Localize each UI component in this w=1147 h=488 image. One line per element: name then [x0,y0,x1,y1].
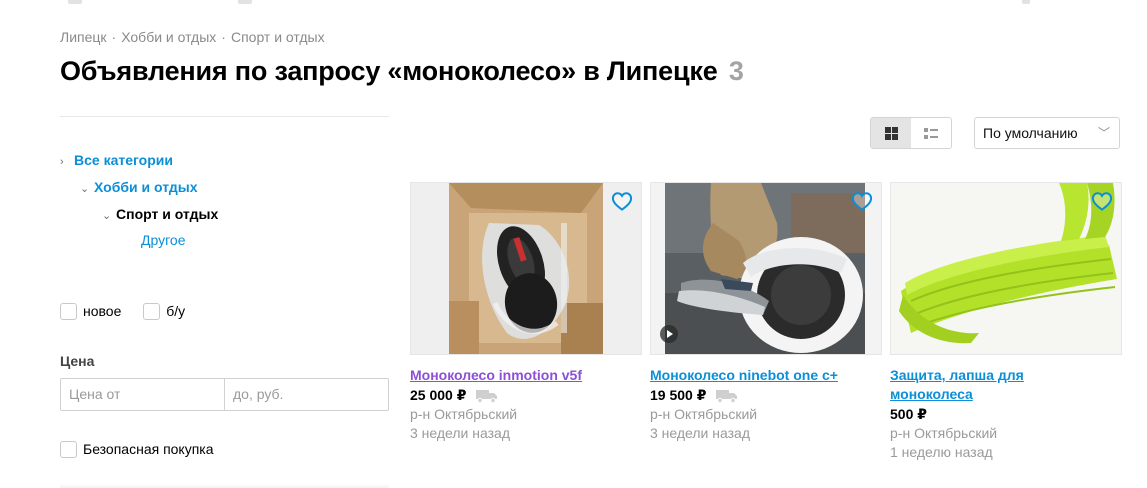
condition-new-checkbox[interactable] [60,302,77,320]
foam-protection-pad-photo [891,183,1121,354]
sort-selected-value: По умолчанию [983,125,1078,141]
breadcrumb-separator: · [111,29,117,45]
safe-purchase-option[interactable]: Безопасная покупка [60,440,214,458]
breadcrumb-separator: · [221,29,226,45]
breadcrumb-item-city[interactable]: Липецк [60,29,107,45]
listing-district: р-н Октябрьский [410,406,518,422]
listing-title[interactable]: Моноколесо ninebot one c+ [650,366,882,385]
chevron-down-icon: ﹀ [1097,126,1110,140]
category-other-label[interactable]: Другое [141,232,185,248]
listing-date: 1 неделю назад [890,444,993,460]
monowheel-rider-photo [651,183,881,354]
video-play-icon [660,325,678,343]
header-shadow-mark [68,0,82,4]
favorite-heart-icon[interactable] [1091,191,1113,211]
favorite-heart-icon[interactable] [611,191,633,211]
listing-card[interactable]: Моноколесо inmotion v5f 25 000 ₽ р-н Окт… [410,182,642,443]
safe-purchase-checkbox[interactable] [60,440,77,458]
breadcrumb-item-hobby[interactable]: Хобби и отдых [121,29,216,45]
delivery-truck-icon [716,390,738,404]
chevron-right-icon: › [60,156,64,168]
condition-used-label: б/у [166,303,186,320]
condition-filter: новое б/у [60,302,203,320]
grid-view-icon [884,126,898,140]
favorite-heart-icon[interactable] [851,191,873,211]
header-shadow-mark [1022,0,1030,4]
price-range-filter [60,378,422,411]
category-sport: ⌄ Спорт и отдых [102,205,218,223]
chevron-down-icon: ⌄ [102,210,112,222]
listing-card[interactable]: Защита, лапша для моноколеса 500 ₽ р-н О… [890,182,1122,462]
grid-view-button[interactable] [871,118,911,148]
listing-card[interactable]: Моноколесо ninebot one c+ 19 500 ₽ р-н О… [650,182,882,443]
category-all[interactable]: › Все категории [60,151,173,169]
listing-photo[interactable] [650,182,882,355]
listing-photo[interactable] [890,182,1122,355]
header-shadow-mark [238,0,252,4]
category-all-label[interactable]: Все категории [74,152,173,168]
results-count: 3 [728,56,744,86]
list-view-button[interactable] [911,118,951,148]
sidebar-divider [60,116,389,117]
top-edge-strip [0,0,1147,8]
category-other[interactable]: Другое [141,231,185,249]
listing-title[interactable]: Защита, лапша для моноколеса [890,366,1060,404]
listing-date: 3 недели назад [410,425,510,441]
sort-select[interactable]: По умолчанию ﹀ [974,117,1120,149]
page-title: Объявления по запросу «моноколесо» в Лип… [60,56,744,87]
view-mode-toggle [870,117,952,149]
category-hobby-label[interactable]: Хобби и отдых [94,179,198,195]
chevron-down-icon: ⌄ [80,183,90,195]
listing-price-row: 25 000 ₽ [410,385,642,405]
list-view-icon [924,127,938,139]
safe-purchase-label: Безопасная покупка [83,441,214,458]
boxed-monowheel-photo [411,183,641,354]
listing-photo[interactable] [410,182,642,355]
breadcrumb: Липецк · Хобби и отдых · Спорт и отдых [60,29,325,45]
category-hobby[interactable]: ⌄ Хобби и отдых [80,178,198,196]
delivery-truck-icon [476,390,498,404]
price-from-input[interactable] [61,379,225,410]
listing-district: р-н Октябрьский [890,425,998,441]
listing-district: р-н Октябрьский [650,406,758,422]
condition-used-option[interactable]: б/у [143,302,185,320]
listing-price: 19 500 ₽ [650,387,707,403]
listing-price: 25 000 ₽ [410,387,467,403]
listing-title[interactable]: Моноколесо inmotion v5f [410,366,642,385]
listing-price: 500 ₽ [890,406,927,422]
condition-new-label: новое [83,303,122,320]
price-filter-label: Цена [60,353,95,369]
listing-price-row: 500 ₽ [890,404,1122,424]
listing-date: 3 недели назад [650,425,750,441]
page-title-text: Объявления по запросу «моноколесо» в Лип… [60,56,718,86]
sidebar-bottom-shade [60,484,389,488]
condition-used-checkbox[interactable] [143,302,161,320]
breadcrumb-item-sport[interactable]: Спорт и отдых [231,29,325,45]
price-to-input[interactable] [225,379,422,410]
condition-new-option[interactable]: новое [60,302,121,320]
category-sport-label: Спорт и отдых [116,206,219,222]
listing-price-row: 19 500 ₽ [650,385,882,405]
